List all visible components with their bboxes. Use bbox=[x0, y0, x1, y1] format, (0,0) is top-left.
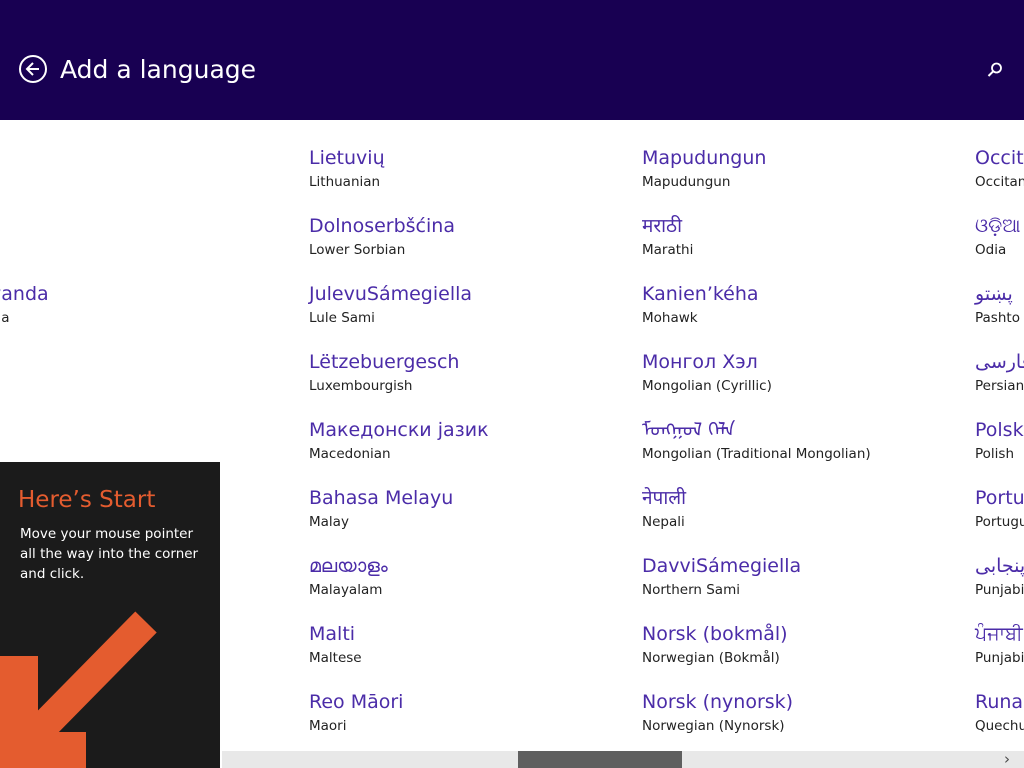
language-native-name: Polski bbox=[975, 419, 1024, 441]
language-english-name: Punjabi bbox=[975, 582, 1024, 598]
language-english-name: Persian bbox=[975, 378, 1024, 394]
language-native-name: नेपाली bbox=[642, 487, 687, 509]
language-native-name: Lëtzebuergesch bbox=[309, 351, 460, 373]
language-english-name: Pashto bbox=[975, 310, 1020, 326]
language-english-name: Northern Sami bbox=[642, 582, 740, 598]
language-native-name: JulevuSámegiella bbox=[309, 283, 473, 305]
search-icon bbox=[987, 62, 1002, 77]
scrollbar-thumb[interactable] bbox=[518, 751, 682, 768]
language-english-name: Malay bbox=[309, 514, 349, 530]
language-english-name: Mapudungun bbox=[642, 174, 731, 190]
language-native-name: پنجابی bbox=[975, 555, 1024, 577]
language-english-name: Malayalam bbox=[309, 582, 383, 598]
language-native-name: Occitan bbox=[975, 147, 1024, 169]
language-english-name: Luxembourgish bbox=[309, 378, 413, 394]
language-english-name: Punjabi bbox=[975, 650, 1024, 666]
language-native-name: فارسی bbox=[975, 351, 1024, 373]
chevron-right-icon[interactable]: › bbox=[997, 751, 1017, 768]
page-header: Add a language bbox=[0, 0, 1024, 120]
language-english-name: Maori bbox=[309, 718, 347, 734]
language-english-name: Occitan bbox=[975, 174, 1024, 190]
language-native-name: Dolnoserbšćina bbox=[309, 215, 455, 237]
language-native-name: Malti bbox=[309, 623, 356, 645]
language-native-name: Lietuvių bbox=[309, 147, 385, 169]
language-native-name: Kanien’kéha bbox=[642, 283, 759, 305]
language-english-name: Macedonian bbox=[309, 446, 391, 462]
horizontal-scrollbar[interactable]: › bbox=[222, 751, 1024, 768]
language-native-name: ଓଡ଼ିଆ bbox=[975, 215, 1021, 237]
start-tip-body: Move your mouse pointer all the way into… bbox=[20, 526, 199, 582]
start-tip-panel[interactable]: Here’s Start Move your mouse pointer all… bbox=[0, 462, 220, 768]
language-english-name: Odia bbox=[975, 242, 1007, 258]
arrow-down-left-icon bbox=[0, 611, 157, 768]
language-native-name: Reo Māori bbox=[309, 691, 404, 713]
language-english-name: Mongolian (Traditional Mongolian) bbox=[642, 446, 871, 462]
language-native-name: मराठी bbox=[642, 215, 683, 237]
language-native-name: پښتو bbox=[975, 283, 1013, 305]
language-native-name: ᠮᠣᠩᠭᠣᠯ ᠬᠡᠯᠡ bbox=[642, 419, 736, 441]
language-native-name: Português bbox=[975, 487, 1024, 509]
language-native-name: Монгол Хэл bbox=[642, 351, 758, 373]
language-english-name: Polish bbox=[975, 446, 1015, 462]
language-english-name: yarwanda bbox=[0, 310, 10, 326]
language-english-name: Norwegian (Bokmål) bbox=[642, 650, 780, 666]
language-native-name: മലയാളം bbox=[309, 555, 388, 577]
language-native-name: ਪੰਜਾਬੀ bbox=[975, 623, 1023, 645]
language-english-name: Maltese bbox=[309, 650, 362, 666]
page-title: Add a language bbox=[60, 55, 257, 84]
language-native-name: Mapudungun bbox=[642, 147, 767, 169]
language-native-name: Norsk (bokmål) bbox=[642, 623, 788, 645]
back-button[interactable] bbox=[19, 55, 47, 83]
language-english-name: Lule Sami bbox=[309, 310, 375, 326]
arrow-left-circle-icon bbox=[25, 62, 39, 76]
language-english-name: Norwegian (Nynorsk) bbox=[642, 718, 785, 734]
search-button[interactable] bbox=[985, 60, 1005, 80]
language-english-name: Mongolian (Cyrillic) bbox=[642, 378, 772, 394]
language-english-name: Portuguese bbox=[975, 514, 1024, 530]
language-english-name: Mohawk bbox=[642, 310, 698, 326]
start-tip-title: Here’s Start bbox=[18, 487, 156, 513]
language-english-name: Marathi bbox=[642, 242, 694, 258]
language-native-name: Македонски јазик bbox=[309, 419, 489, 441]
language-native-name: DavviSámegiella bbox=[642, 555, 802, 577]
language-english-name: Quechua bbox=[975, 718, 1024, 734]
language-english-name: Lower Sorbian bbox=[309, 242, 406, 258]
language-native-name: Bahasa Melayu bbox=[309, 487, 454, 509]
language-english-name: Lithuanian bbox=[309, 174, 381, 190]
language-native-name: nyarwanda bbox=[0, 283, 49, 305]
language-native-name: Runasimi bbox=[975, 691, 1024, 713]
language-native-name: Norsk (nynorsk) bbox=[642, 691, 794, 713]
language-english-name: Nepali bbox=[642, 514, 685, 530]
